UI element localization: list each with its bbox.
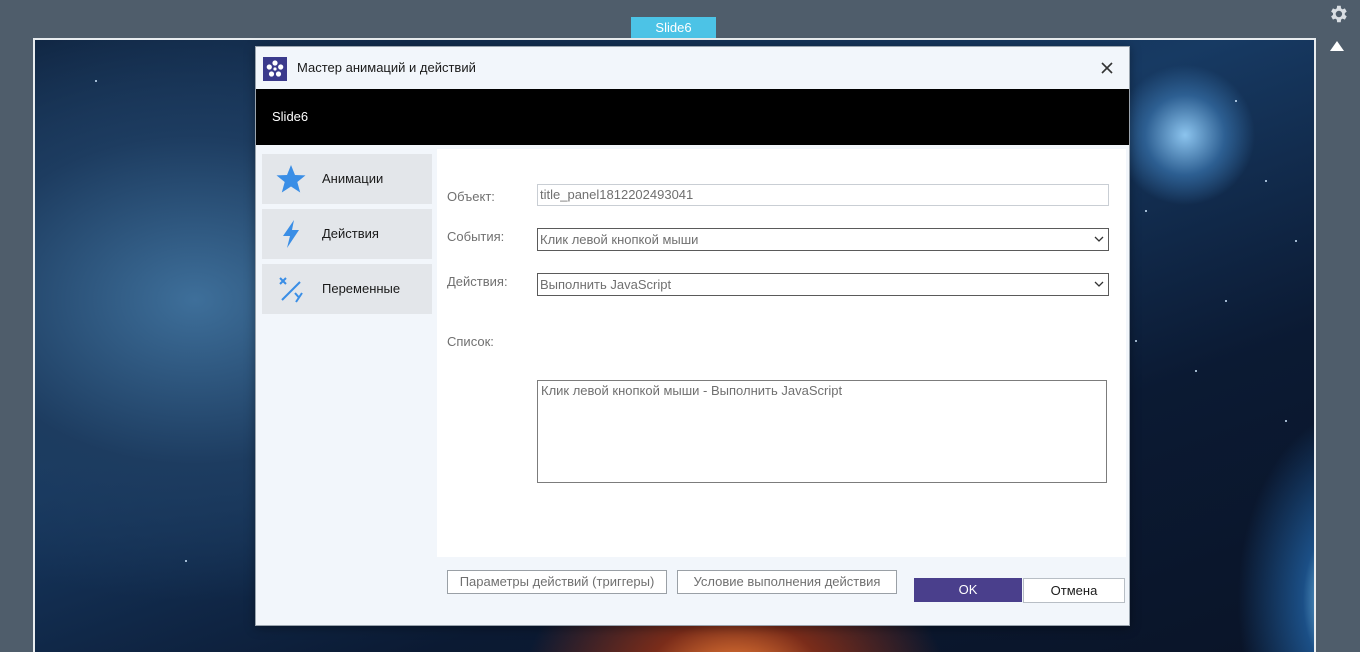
action-settings-panel: Объект: title_panel1812202493041 События… [437, 149, 1126, 594]
header-slide-name: Slide6 [272, 109, 309, 124]
lightning-icon [283, 220, 299, 248]
triangle-up-icon[interactable] [1329, 40, 1345, 52]
events-label: События: [447, 229, 505, 244]
sidebar-item-label: Анимации [322, 171, 384, 186]
events-select[interactable]: Клик левой кнопкой мыши [537, 228, 1109, 251]
sidebar-item-variables[interactable]: Переменные [262, 264, 432, 314]
slide-tab[interactable]: Slide6 [631, 17, 716, 39]
app-logo-icon [263, 57, 287, 81]
list-item[interactable]: Клик левой кнопкой мыши - Выполнить Java… [541, 383, 842, 398]
sidebar-item-animations[interactable]: Анимации [262, 154, 432, 204]
dialog-titlebar: Мастер анимаций и действий [256, 47, 1129, 89]
sidebar-item-actions[interactable]: Действия [262, 209, 432, 259]
dialog-header: Slide6 [256, 89, 1129, 145]
triggers-button[interactable]: Параметры действий (триггеры) [447, 570, 667, 594]
dialog-title: Мастер анимаций и действий [297, 60, 476, 75]
condition-button[interactable]: Условие выполнения действия [677, 570, 897, 594]
chevron-down-icon [1094, 281, 1104, 287]
actions-select[interactable]: Выполнить JavaScript [537, 273, 1109, 296]
chevron-down-icon [1094, 236, 1104, 242]
actions-selected-value: Выполнить JavaScript [540, 277, 672, 292]
gear-icon[interactable] [1327, 3, 1349, 25]
variables-icon [279, 277, 303, 303]
close-icon[interactable] [1098, 59, 1116, 77]
sidebar-item-label: Переменные [322, 281, 401, 296]
object-field[interactable]: title_panel1812202493041 [537, 184, 1109, 206]
events-selected-value: Клик левой кнопкой мыши [540, 232, 699, 247]
object-label: Объект: [447, 189, 495, 204]
action-list[interactable]: Клик левой кнопкой мыши - Выполнить Java… [537, 380, 1107, 483]
actions-label: Действия: [447, 274, 508, 289]
list-label: Список: [447, 334, 494, 349]
ok-button[interactable]: OK [914, 578, 1022, 602]
sidebar-item-label: Действия [322, 226, 379, 241]
cancel-button[interactable]: Отмена [1023, 578, 1125, 603]
star-icon [276, 165, 306, 193]
animation-wizard-dialog: Мастер анимаций и действий Slide6 Анимац… [255, 46, 1130, 626]
